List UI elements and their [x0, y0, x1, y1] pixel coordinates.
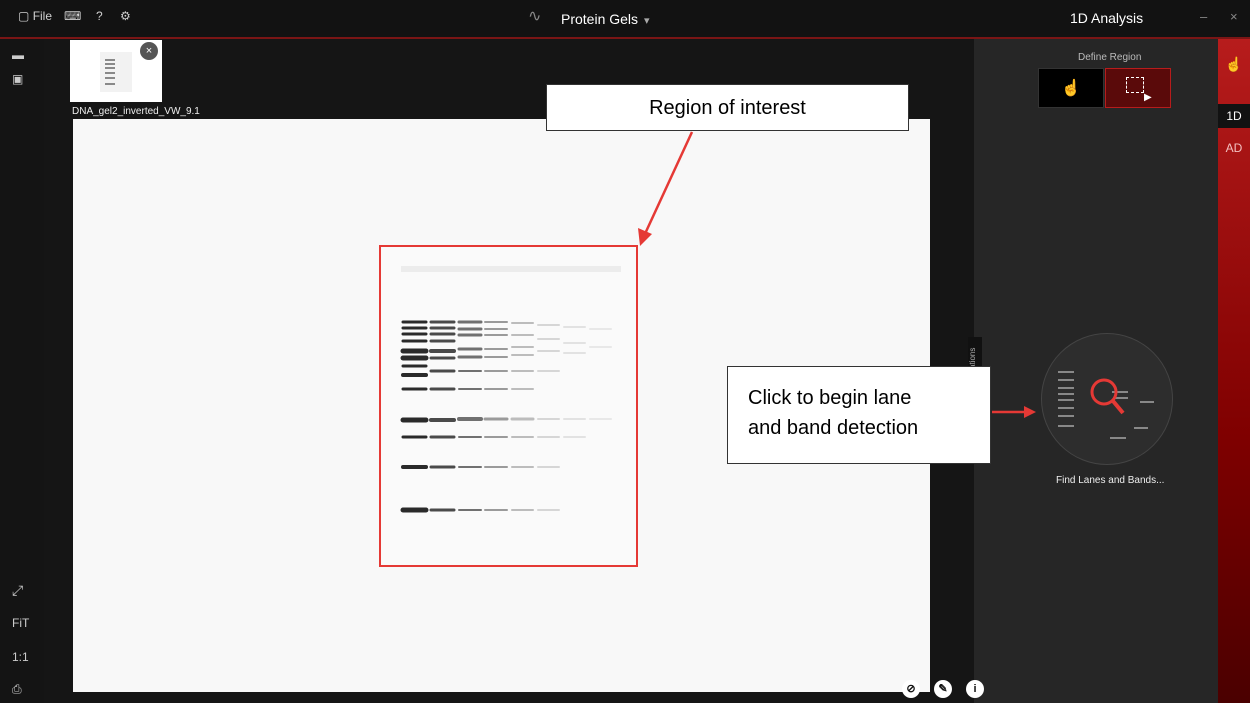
minimize-button[interactable]: –: [1200, 9, 1207, 24]
close-button[interactable]: ×: [1230, 9, 1238, 24]
cursor-icon: ▶: [1144, 92, 1152, 103]
top-bar: ▢ File ⌨ ? ⚙ ∿ Protein Gels ▾ 1D Analysis…: [0, 0, 1250, 39]
arrow-icon: [638, 131, 694, 246]
chevron-down-icon: ▾: [644, 15, 650, 27]
save-icon[interactable]: ▣: [12, 72, 23, 86]
file-menu[interactable]: ▢ File: [18, 9, 52, 23]
file-menu-label: File: [32, 9, 53, 23]
one-to-one-button[interactable]: 1:1: [12, 650, 29, 664]
find-lanes-label: Find Lanes and Bands...: [1056, 475, 1165, 486]
fit-button[interactable]: FiT: [12, 616, 29, 630]
panel-title: 1D Analysis: [1070, 10, 1144, 26]
arrow-icon: [992, 406, 1036, 418]
folder-icon[interactable]: ▬: [12, 48, 24, 62]
hide-icon[interactable]: ⊘: [902, 680, 920, 698]
file-icon: ▢: [18, 9, 30, 23]
hand-tool-button[interactable]: ☝: [1038, 68, 1104, 108]
help-button[interactable]: ?: [96, 9, 103, 23]
app-logo-icon: ∿: [528, 8, 542, 25]
lane-detection-callout-line2: and band detection: [748, 417, 919, 439]
left-toolbar: [0, 39, 44, 703]
thumbnail-filename: DNA_gel2_inverted_VW_9.1: [72, 106, 200, 117]
close-icon[interactable]: ×: [140, 42, 158, 60]
region-of-interest-box[interactable]: [379, 245, 638, 567]
rectangle-select-button[interactable]: ▶: [1105, 68, 1171, 108]
print-icon[interactable]: ⎙: [12, 682, 22, 697]
keyboard-icon[interactable]: ⌨: [64, 9, 81, 23]
tab-ad[interactable]: AD: [1218, 141, 1250, 155]
info-icon[interactable]: i: [966, 680, 984, 698]
right-rail: [1218, 39, 1250, 703]
gel-bands: [400, 266, 621, 513]
app-title-label: Protein Gels: [561, 11, 639, 27]
find-lanes-button[interactable]: [1041, 333, 1173, 465]
gear-icon[interactable]: ⚙: [120, 9, 131, 23]
region-of-interest-callout: Region of interest: [546, 84, 909, 131]
app-title[interactable]: Protein Gels ▾: [561, 11, 650, 27]
define-region-label: Define Region: [1078, 52, 1142, 63]
expand-icon[interactable]: ⤢: [12, 582, 23, 599]
lane-detection-callout: Click to begin lane and band detection: [727, 366, 991, 464]
lane-detection-callout-line1: Click to begin lane: [748, 387, 912, 409]
tab-1d[interactable]: 1D: [1218, 104, 1250, 128]
pencil-icon[interactable]: ✎: [934, 680, 952, 698]
hand-pointer-icon: ☝: [1061, 80, 1081, 97]
magnifier-icon: [1058, 371, 1154, 439]
touch-icon[interactable]: ☝: [1218, 56, 1250, 73]
rectangle-select-icon: [1126, 77, 1144, 93]
